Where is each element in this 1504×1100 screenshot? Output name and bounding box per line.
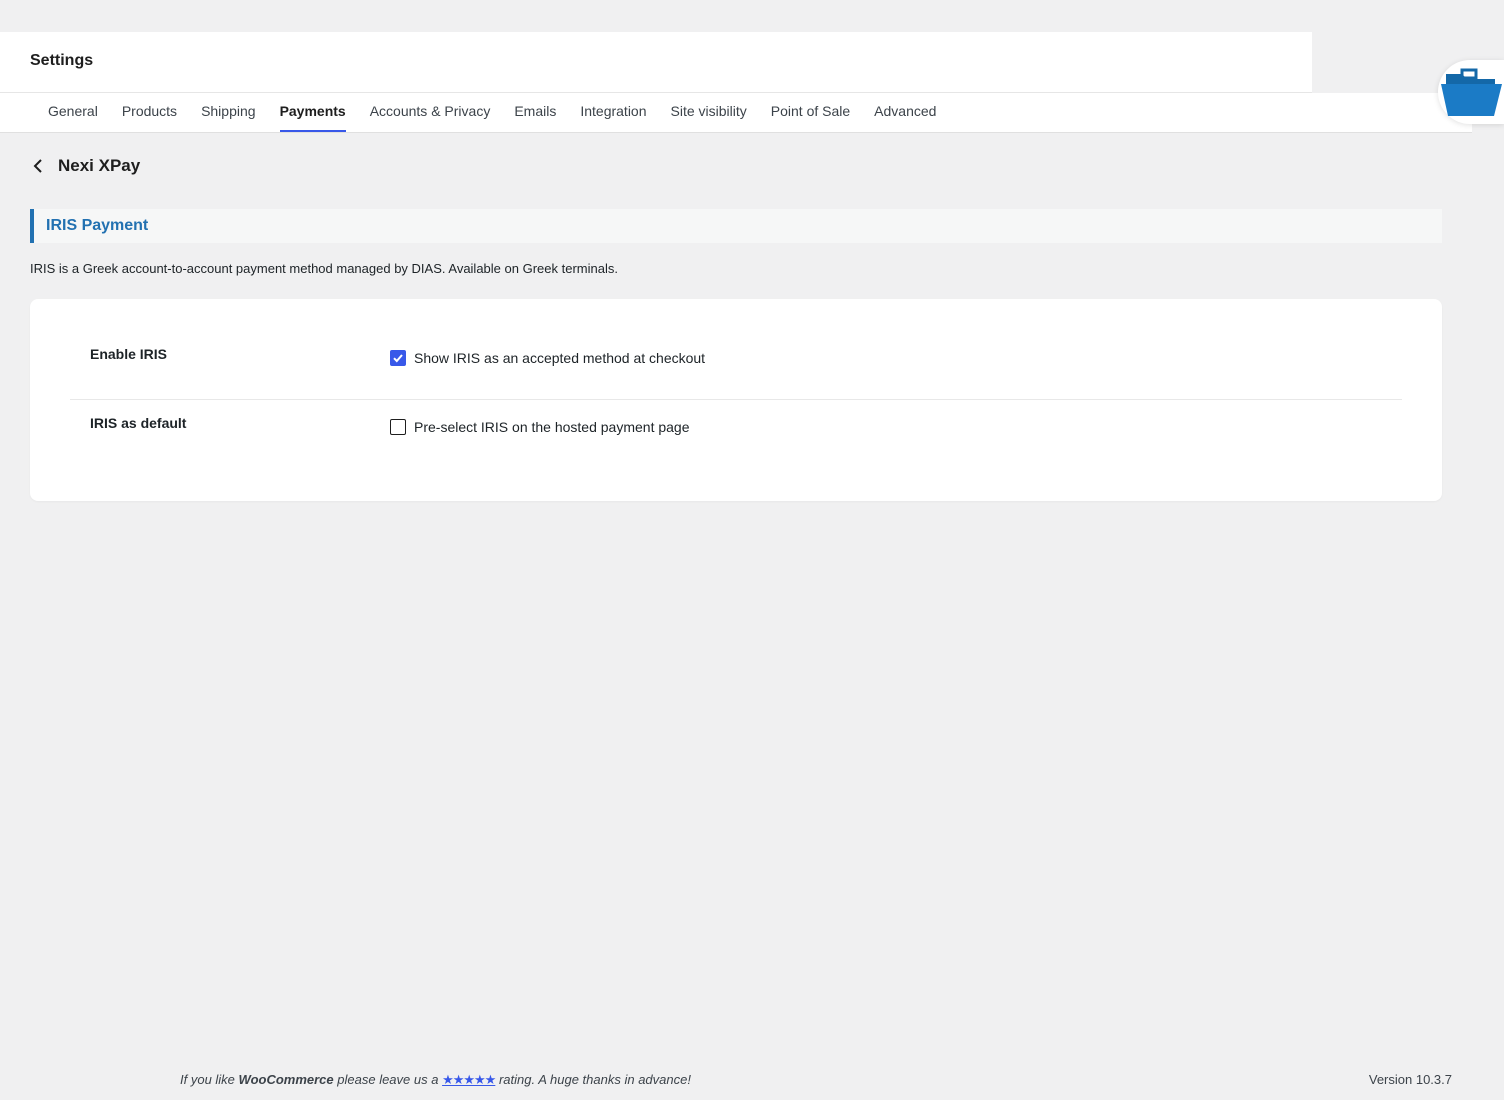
footer-version: Version 10.3.7 (1368, 1072, 1452, 1087)
footer-prefix: If you like (180, 1072, 239, 1087)
tab-site-visibility[interactable]: Site visibility (671, 93, 747, 132)
enable-iris-checkbox-control[interactable]: Show IRIS as an accepted method at check… (390, 350, 705, 366)
checkbox-label: Show IRIS as an accepted method at check… (414, 350, 706, 366)
tab-integration[interactable]: Integration (580, 93, 646, 132)
chevron-left-icon[interactable] (30, 155, 46, 177)
header-bar: Settings (0, 32, 1312, 93)
footer-middle: please leave us a (333, 1072, 443, 1087)
enable-iris-checkbox[interactable] (390, 350, 406, 366)
page-title: Settings (30, 52, 94, 69)
settings-tabs-bar: General Products Shipping Payments Accou… (0, 93, 1472, 133)
folder-open-icon (1441, 68, 1502, 116)
section-title: IRIS Payment (46, 217, 149, 234)
settings-tabs: General Products Shipping Payments Accou… (48, 93, 936, 132)
tab-accounts-privacy[interactable]: Accounts & Privacy (370, 93, 491, 132)
iris-default-checkbox-control[interactable]: Pre-select IRIS on the hosted payment pa… (390, 419, 690, 435)
tab-advanced[interactable]: Advanced (874, 93, 936, 132)
section-description: IRIS is a Greek account-to-account payme… (30, 261, 618, 276)
footer-brand: WooCommerce (238, 1072, 334, 1087)
checkbox-label: Pre-select IRIS on the hosted payment pa… (414, 419, 690, 435)
tab-products[interactable]: Products (122, 93, 177, 132)
setting-row-iris-default: IRIS as default Pre-select IRIS on the h… (70, 408, 1402, 468)
setting-label: Enable IRIS (90, 346, 168, 362)
footer-rating-text: If you like WooCommerce please leave us … (180, 1072, 691, 1088)
back-navigation: Nexi XPay (30, 155, 140, 177)
tab-general[interactable]: General (48, 93, 98, 132)
tab-emails[interactable]: Emails (514, 93, 556, 132)
settings-card: Enable IRIS Show IRIS as an accepted met… (30, 299, 1442, 501)
iris-default-checkbox[interactable] (390, 419, 406, 435)
checkmark-icon (393, 354, 403, 363)
setting-label: IRIS as default (90, 415, 187, 431)
gateway-title: Nexi XPay (58, 156, 141, 175)
footer-suffix: rating. A huge thanks in advance! (495, 1072, 691, 1087)
section-heading: IRIS Payment (30, 209, 1442, 243)
floating-folder-button[interactable] (1438, 60, 1504, 124)
tab-payments[interactable]: Payments (279, 93, 346, 132)
setting-row-enable-iris: Enable IRIS Show IRIS as an accepted met… (70, 339, 1402, 400)
rating-stars-link[interactable]: ★★★★★ (442, 1072, 496, 1087)
tab-point-of-sale[interactable]: Point of Sale (771, 93, 850, 132)
tab-shipping[interactable]: Shipping (201, 93, 256, 132)
